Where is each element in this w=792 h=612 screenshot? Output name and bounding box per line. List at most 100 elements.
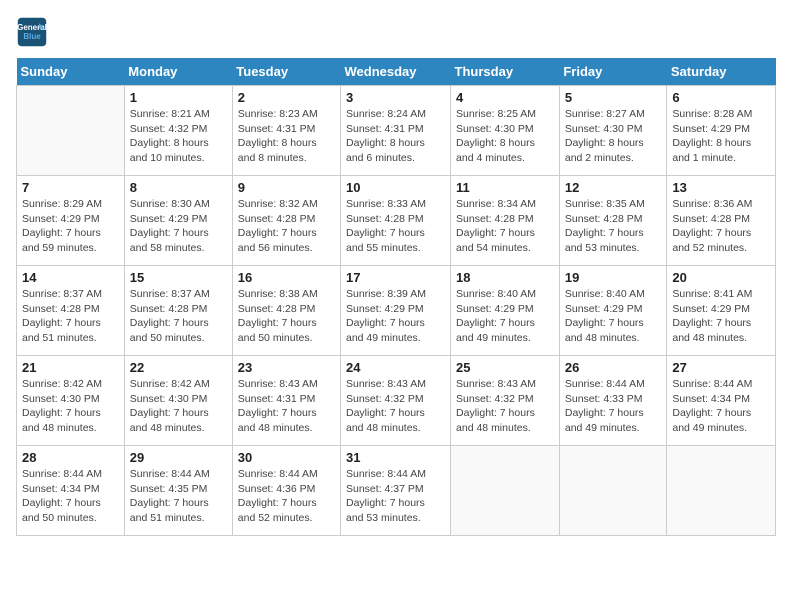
- day-info: Sunrise: 8:29 AM Sunset: 4:29 PM Dayligh…: [22, 197, 119, 256]
- logo-icon: General Blue: [16, 16, 48, 48]
- day-number: 30: [238, 450, 335, 465]
- day-info: Sunrise: 8:23 AM Sunset: 4:31 PM Dayligh…: [238, 107, 335, 166]
- calendar-cell: 27 Sunrise: 8:44 AM Sunset: 4:34 PM Dayli…: [667, 356, 776, 446]
- day-number: 23: [238, 360, 335, 375]
- calendar-table: SundayMondayTuesdayWednesdayThursdayFrid…: [16, 58, 776, 536]
- calendar-cell: 1 Sunrise: 8:21 AM Sunset: 4:32 PM Daylig…: [124, 86, 232, 176]
- calendar-week-row: 21 Sunrise: 8:42 AM Sunset: 4:30 PM Dayli…: [17, 356, 776, 446]
- weekday-header: Saturday: [667, 58, 776, 86]
- day-info: Sunrise: 8:44 AM Sunset: 4:33 PM Dayligh…: [565, 377, 662, 436]
- calendar-cell: 18Sunrise: 8:40 AM Sunset: 4:29 PM Dayli…: [451, 266, 560, 356]
- day-info: Sunrise: 8:33 AM Sunset: 4:28 PM Dayligh…: [346, 197, 445, 256]
- calendar-cell: 22 Sunrise: 8:42 AM Sunset: 4:30 PM Dayli…: [124, 356, 232, 446]
- day-info: Sunrise: 8:43 AM Sunset: 4:32 PM Dayligh…: [456, 377, 554, 436]
- calendar-cell: 2Sunrise: 8:23 AM Sunset: 4:31 PM Daylig…: [232, 86, 340, 176]
- calendar-cell: 19Sunrise: 8:40 AM Sunset: 4:29 PM Dayli…: [559, 266, 667, 356]
- calendar-cell: 28 Sunrise: 8:44 AM Sunset: 4:34 PM Dayli…: [17, 446, 125, 536]
- day-number: 9: [238, 180, 335, 195]
- calendar-cell: 31 Sunrise: 8:44 AM Sunset: 4:37 PM Dayli…: [341, 446, 451, 536]
- day-info: Sunrise: 8:40 AM Sunset: 4:29 PM Dayligh…: [565, 287, 662, 346]
- day-info: Sunrise: 8:37 AM Sunset: 4:28 PM Dayligh…: [22, 287, 119, 346]
- day-number: 16: [238, 270, 335, 285]
- day-number: 1: [130, 90, 227, 105]
- calendar-cell: [559, 446, 667, 536]
- calendar-cell: 5Sunrise: 8:27 AM Sunset: 4:30 PM Daylig…: [559, 86, 667, 176]
- calendar-week-row: 7 Sunrise: 8:29 AM Sunset: 4:29 PM Daylig…: [17, 176, 776, 266]
- day-number: 6: [672, 90, 770, 105]
- day-info: Sunrise: 8:21 AM Sunset: 4:32 PM Dayligh…: [130, 107, 227, 166]
- day-number: 14: [22, 270, 119, 285]
- logo: General Blue: [16, 16, 52, 48]
- weekday-header: Friday: [559, 58, 667, 86]
- calendar-cell: 10Sunrise: 8:33 AM Sunset: 4:28 PM Dayli…: [341, 176, 451, 266]
- calendar-cell: 11 Sunrise: 8:34 AM Sunset: 4:28 PM Dayli…: [451, 176, 560, 266]
- day-number: 7: [22, 180, 119, 195]
- day-info: Sunrise: 8:41 AM Sunset: 4:29 PM Dayligh…: [672, 287, 770, 346]
- page-header: General Blue: [16, 16, 776, 48]
- day-info: Sunrise: 8:44 AM Sunset: 4:36 PM Dayligh…: [238, 467, 335, 526]
- calendar-cell: 6 Sunrise: 8:28 AM Sunset: 4:29 PM Daylig…: [667, 86, 776, 176]
- calendar-cell: 14 Sunrise: 8:37 AM Sunset: 4:28 PM Dayli…: [17, 266, 125, 356]
- svg-text:Blue: Blue: [23, 32, 41, 41]
- calendar-cell: 24 Sunrise: 8:43 AM Sunset: 4:32 PM Dayli…: [341, 356, 451, 446]
- weekday-header: Sunday: [17, 58, 125, 86]
- weekday-header: Thursday: [451, 58, 560, 86]
- day-number: 15: [130, 270, 227, 285]
- day-info: Sunrise: 8:30 AM Sunset: 4:29 PM Dayligh…: [130, 197, 227, 256]
- calendar-cell: 8 Sunrise: 8:30 AM Sunset: 4:29 PM Daylig…: [124, 176, 232, 266]
- calendar-cell: 20 Sunrise: 8:41 AM Sunset: 4:29 PM Dayli…: [667, 266, 776, 356]
- day-info: Sunrise: 8:35 AM Sunset: 4:28 PM Dayligh…: [565, 197, 662, 256]
- day-number: 12: [565, 180, 662, 195]
- day-info: Sunrise: 8:42 AM Sunset: 4:30 PM Dayligh…: [130, 377, 227, 436]
- day-number: 31: [346, 450, 445, 465]
- calendar-cell: [17, 86, 125, 176]
- calendar-cell: 15 Sunrise: 8:37 AM Sunset: 4:28 PM Dayli…: [124, 266, 232, 356]
- calendar-cell: 13Sunrise: 8:36 AM Sunset: 4:28 PM Dayli…: [667, 176, 776, 266]
- day-number: 3: [346, 90, 445, 105]
- calendar-cell: 30 Sunrise: 8:44 AM Sunset: 4:36 PM Dayli…: [232, 446, 340, 536]
- day-number: 27: [672, 360, 770, 375]
- day-number: 25: [456, 360, 554, 375]
- weekday-header: Tuesday: [232, 58, 340, 86]
- weekday-header: Wednesday: [341, 58, 451, 86]
- day-info: Sunrise: 8:24 AM Sunset: 4:31 PM Dayligh…: [346, 107, 445, 166]
- day-info: Sunrise: 8:40 AM Sunset: 4:29 PM Dayligh…: [456, 287, 554, 346]
- day-number: 24: [346, 360, 445, 375]
- day-info: Sunrise: 8:42 AM Sunset: 4:30 PM Dayligh…: [22, 377, 119, 436]
- day-number: 11: [456, 180, 554, 195]
- calendar-week-row: 14 Sunrise: 8:37 AM Sunset: 4:28 PM Dayli…: [17, 266, 776, 356]
- day-info: Sunrise: 8:34 AM Sunset: 4:28 PM Dayligh…: [456, 197, 554, 256]
- day-info: Sunrise: 8:37 AM Sunset: 4:28 PM Dayligh…: [130, 287, 227, 346]
- day-info: Sunrise: 8:25 AM Sunset: 4:30 PM Dayligh…: [456, 107, 554, 166]
- day-number: 22: [130, 360, 227, 375]
- calendar-cell: [451, 446, 560, 536]
- day-number: 21: [22, 360, 119, 375]
- calendar-week-row: 28 Sunrise: 8:44 AM Sunset: 4:34 PM Dayli…: [17, 446, 776, 536]
- day-number: 29: [130, 450, 227, 465]
- day-number: 20: [672, 270, 770, 285]
- calendar-cell: [667, 446, 776, 536]
- day-info: Sunrise: 8:43 AM Sunset: 4:32 PM Dayligh…: [346, 377, 445, 436]
- day-info: Sunrise: 8:36 AM Sunset: 4:28 PM Dayligh…: [672, 197, 770, 256]
- day-info: Sunrise: 8:43 AM Sunset: 4:31 PM Dayligh…: [238, 377, 335, 436]
- day-info: Sunrise: 8:38 AM Sunset: 4:28 PM Dayligh…: [238, 287, 335, 346]
- day-info: Sunrise: 8:39 AM Sunset: 4:29 PM Dayligh…: [346, 287, 445, 346]
- calendar-cell: 7 Sunrise: 8:29 AM Sunset: 4:29 PM Daylig…: [17, 176, 125, 266]
- calendar-week-row: 1 Sunrise: 8:21 AM Sunset: 4:32 PM Daylig…: [17, 86, 776, 176]
- calendar-cell: 29 Sunrise: 8:44 AM Sunset: 4:35 PM Dayli…: [124, 446, 232, 536]
- day-info: Sunrise: 8:44 AM Sunset: 4:34 PM Dayligh…: [672, 377, 770, 436]
- day-number: 28: [22, 450, 119, 465]
- calendar-cell: 3 Sunrise: 8:24 AM Sunset: 4:31 PM Daylig…: [341, 86, 451, 176]
- day-number: 8: [130, 180, 227, 195]
- day-number: 17: [346, 270, 445, 285]
- day-number: 5: [565, 90, 662, 105]
- day-info: Sunrise: 8:28 AM Sunset: 4:29 PM Dayligh…: [672, 107, 770, 166]
- day-info: Sunrise: 8:44 AM Sunset: 4:35 PM Dayligh…: [130, 467, 227, 526]
- day-number: 4: [456, 90, 554, 105]
- calendar-header: SundayMondayTuesdayWednesdayThursdayFrid…: [17, 58, 776, 86]
- calendar-body: 1 Sunrise: 8:21 AM Sunset: 4:32 PM Daylig…: [17, 86, 776, 536]
- calendar-cell: 17 Sunrise: 8:39 AM Sunset: 4:29 PM Dayli…: [341, 266, 451, 356]
- day-info: Sunrise: 8:44 AM Sunset: 4:37 PM Dayligh…: [346, 467, 445, 526]
- day-info: Sunrise: 8:44 AM Sunset: 4:34 PM Dayligh…: [22, 467, 119, 526]
- weekday-header: Monday: [124, 58, 232, 86]
